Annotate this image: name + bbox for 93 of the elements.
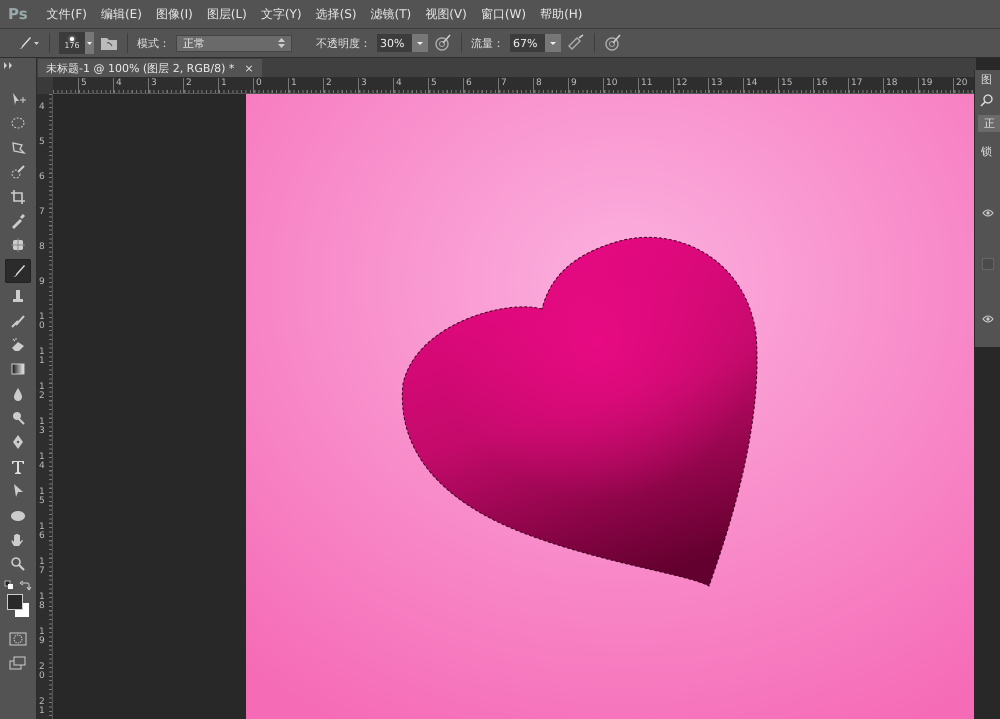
ruler-number: 1 — [288, 78, 297, 93]
ruler-number: 8 — [533, 78, 542, 93]
crop-icon — [10, 188, 26, 205]
ruler-number: 9 — [568, 78, 577, 93]
caret-icon[interactable] — [545, 34, 561, 52]
ruler-number: 16 — [813, 78, 828, 93]
ruler-number: 16 — [39, 523, 46, 541]
stamp-icon — [10, 288, 26, 304]
ruler-number: 5 — [78, 78, 87, 93]
caret-icon[interactable] — [85, 32, 94, 54]
search-icon[interactable] — [980, 93, 994, 107]
caret-icon[interactable] — [412, 34, 428, 52]
screen-mode-icon[interactable] — [9, 656, 27, 670]
flow-field[interactable]: 67% — [510, 34, 545, 52]
lock-label: 锁 — [981, 144, 992, 159]
ruler-number: 17 — [39, 558, 46, 576]
gradient-icon — [10, 361, 26, 378]
ruler-number: 20 — [953, 78, 968, 93]
ruler-number: 14 — [39, 453, 46, 471]
menu-item[interactable]: 文件(F) — [42, 6, 96, 22]
lasso-icon — [10, 140, 26, 156]
menu-item[interactable]: 文字(Y) — [256, 6, 311, 22]
airbrush-icon[interactable] — [567, 34, 585, 52]
pen-nib-icon — [10, 434, 26, 450]
ruler-number: 2 — [323, 78, 332, 93]
ruler-number: 19 — [39, 628, 46, 646]
ruler-number: 6 — [463, 78, 472, 93]
ruler-number: 6 — [39, 173, 46, 182]
ruler-number: 5 — [428, 78, 437, 93]
ruler-number: 15 — [39, 488, 46, 506]
flow-label: 流量： — [471, 36, 504, 50]
ruler-number: 11 — [638, 78, 652, 93]
ruler-number: 9 — [39, 278, 46, 287]
mode-label: 模式： — [137, 36, 170, 50]
eyedropper-icon — [10, 212, 26, 229]
menu-item[interactable]: 视图(V) — [420, 6, 476, 22]
ruler-number: 20 — [39, 663, 46, 681]
ruler-number: 10 — [603, 78, 618, 93]
menu-item[interactable]: 图像(I) — [150, 6, 202, 22]
ellipse-marquee-icon — [10, 115, 26, 132]
ruler-number: 3 — [148, 78, 157, 93]
ruler-number: 17 — [848, 78, 862, 93]
panel-tab[interactable]: 图 — [981, 72, 992, 87]
app-logo: Ps — [7, 5, 29, 23]
ruler-number: 4 — [113, 78, 122, 93]
ruler-number: 7 — [39, 208, 46, 217]
menu-item[interactable]: 选择(S) — [310, 6, 366, 22]
ruler-number: 4 — [393, 78, 402, 93]
ruler-number: 5 — [39, 138, 46, 147]
move-arrow-icon — [10, 91, 26, 107]
menu-item[interactable]: 编辑(E) — [96, 6, 151, 22]
ruler-number: 0 — [253, 78, 262, 93]
opacity-field[interactable]: 30% — [377, 34, 412, 52]
ruler-number: 15 — [778, 78, 792, 93]
zoom-icon — [10, 556, 26, 572]
close-tab-button[interactable]: × — [244, 62, 254, 74]
ruler-number: 11 — [39, 348, 46, 366]
quick-mask-icon[interactable] — [9, 632, 27, 646]
ruler-number: 7 — [498, 78, 507, 93]
menu-item[interactable]: 图层(L) — [202, 6, 256, 22]
opacity-label: 不透明度： — [316, 36, 371, 50]
up-down-arrows-icon — [278, 38, 285, 48]
ruler-number: 21 — [39, 698, 46, 716]
visibility-eye-icon[interactable] — [982, 315, 994, 323]
ruler-number: 13 — [708, 78, 722, 93]
ruler-number: 10 — [39, 313, 46, 331]
ruler-number: 13 — [39, 418, 46, 436]
swap-colors-icon[interactable] — [4, 580, 32, 592]
ruler-number: 4 — [39, 103, 46, 112]
ruler-number: 18 — [883, 78, 898, 93]
tool-button[interactable] — [5, 258, 31, 283]
bandage-icon — [10, 237, 26, 254]
document-tab[interactable]: 未标题-1 @ 100% (图层 2, RGB/8) * × — [38, 59, 262, 77]
menu-item[interactable]: 窗口(W) — [476, 6, 536, 22]
type-icon — [10, 458, 26, 475]
quick-select-brush-icon — [10, 164, 26, 180]
collapse-panel-icon[interactable] — [4, 62, 14, 69]
eraser-icon — [10, 336, 26, 353]
ruler-number: 12 — [673, 78, 688, 93]
ruler-number: 12 — [39, 383, 46, 401]
menu-item[interactable]: 帮助(H) — [535, 6, 592, 22]
ruler-number: 19 — [918, 78, 932, 93]
ruler-number: 8 — [39, 243, 46, 252]
visibility-eye-icon[interactable] — [982, 209, 994, 217]
ruler-number: 18 — [39, 593, 46, 611]
menu-item[interactable]: 滤镜(T) — [366, 6, 420, 22]
ruler-number: 3 — [358, 78, 367, 93]
blend-mode-dropdown[interactable]: 正 — [978, 115, 1000, 132]
brush-preset-picker[interactable]: 176 — [59, 32, 85, 54]
ruler-number: 2 — [183, 78, 192, 93]
mode-dropdown[interactable]: 正常 — [176, 34, 292, 52]
ruler-number: 1 — [218, 78, 227, 93]
ruler-number: 14 — [743, 78, 758, 93]
